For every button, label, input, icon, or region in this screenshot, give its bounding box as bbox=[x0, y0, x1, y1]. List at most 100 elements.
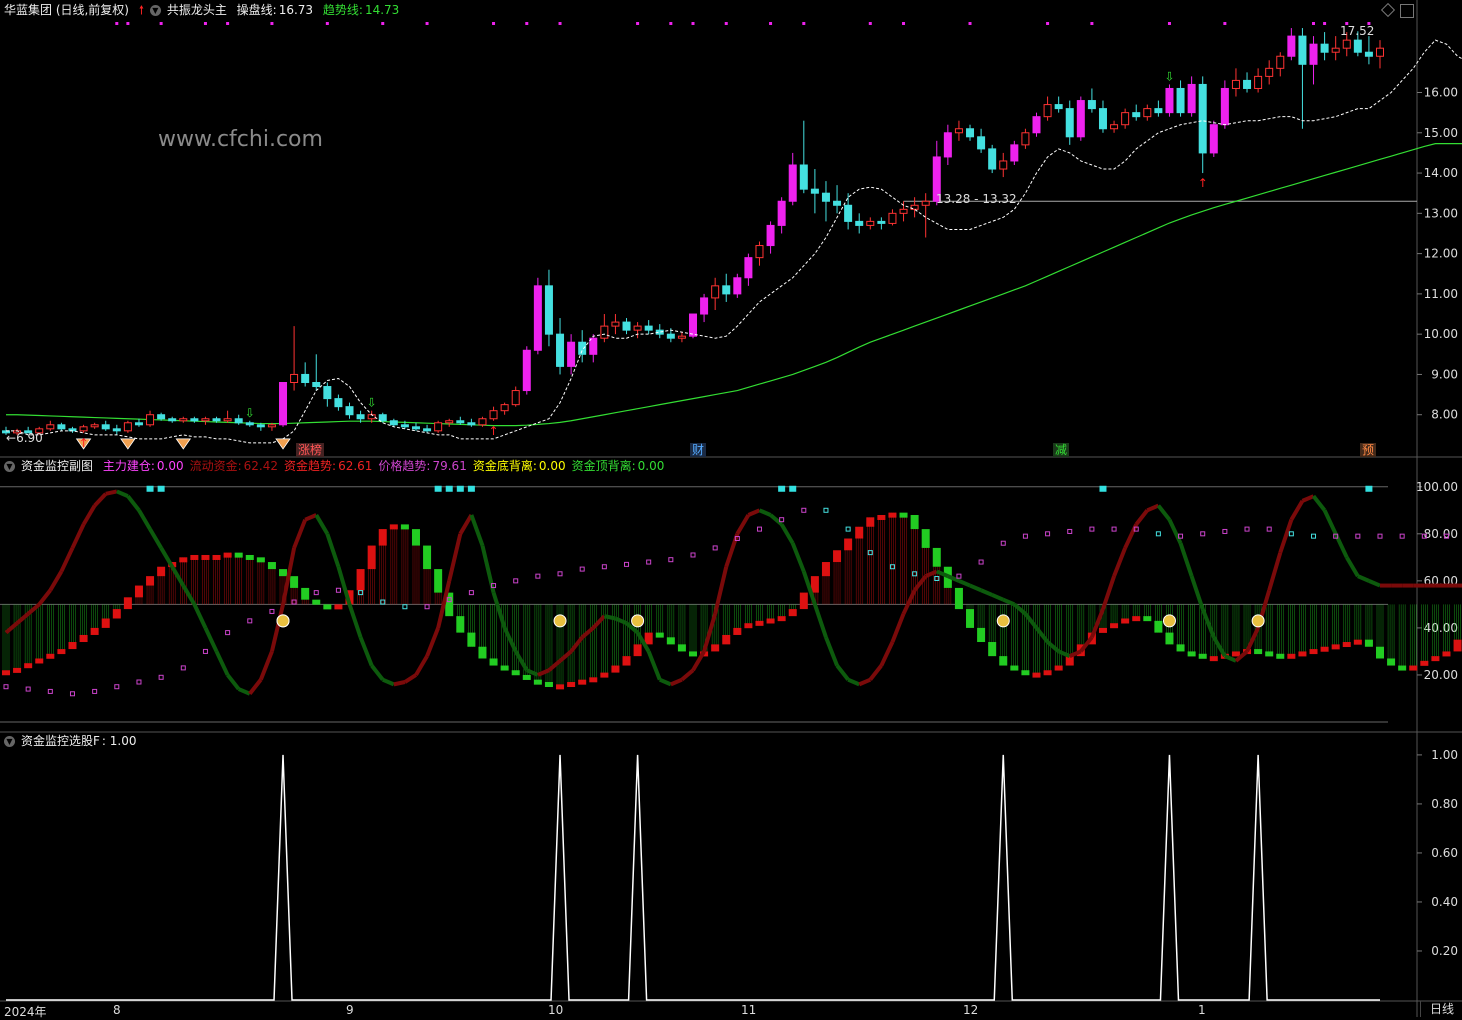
liquid-money-line bbox=[958, 579, 971, 588]
candle-body bbox=[1331, 47, 1340, 53]
money-block bbox=[799, 592, 808, 610]
liquid-money-line bbox=[1224, 654, 1237, 663]
diamond-icon bbox=[120, 438, 136, 450]
money-block bbox=[301, 587, 310, 600]
money-block bbox=[400, 524, 409, 530]
event-tag[interactable]: 财 bbox=[690, 443, 707, 457]
signal-dot bbox=[1090, 22, 1094, 25]
event-tag[interactable]: 减 bbox=[1053, 443, 1070, 457]
event-tag[interactable]: 涨榜 bbox=[296, 443, 325, 457]
price-trend-marker bbox=[1266, 526, 1272, 532]
money-block bbox=[611, 665, 620, 673]
candle-body bbox=[799, 164, 808, 190]
money-block bbox=[279, 569, 288, 577]
signal-dot bbox=[636, 22, 640, 25]
top-marker bbox=[1365, 485, 1373, 492]
money-block bbox=[1442, 651, 1451, 657]
candle-body bbox=[522, 349, 531, 392]
candle-body bbox=[855, 220, 864, 226]
candle-body bbox=[1021, 132, 1030, 146]
money-block bbox=[655, 632, 664, 638]
y-tick-label: 0.40 bbox=[1431, 895, 1458, 909]
price-trend-marker bbox=[358, 590, 364, 596]
money-block bbox=[1409, 665, 1418, 671]
watermark: www.cfchi.com bbox=[158, 127, 323, 152]
money-block bbox=[245, 554, 254, 560]
signal-dot bbox=[769, 22, 773, 25]
legend-label: 流动资金: bbox=[189, 459, 242, 473]
money-block bbox=[689, 651, 697, 657]
legend-label: 主力建仓: bbox=[102, 459, 155, 473]
liquid-money-line bbox=[614, 616, 628, 626]
signal-dot bbox=[159, 22, 163, 25]
liquid-money-line bbox=[1245, 627, 1260, 653]
candle-body bbox=[722, 285, 731, 295]
candle-body bbox=[744, 257, 753, 279]
liquid-money-line bbox=[181, 584, 197, 606]
liquid-money-line bbox=[991, 593, 1005, 602]
liquid-money-line bbox=[192, 603, 208, 629]
candle-body bbox=[766, 224, 775, 247]
money-block bbox=[556, 684, 565, 690]
liquid-money-line bbox=[1057, 649, 1071, 658]
candle-body bbox=[677, 335, 686, 339]
signal-dot bbox=[270, 22, 274, 25]
signal-dot bbox=[115, 22, 119, 25]
timeframe-tab[interactable]: 日线 bbox=[1420, 1001, 1462, 1017]
liquid-money-line bbox=[325, 533, 341, 568]
candle-body bbox=[112, 428, 121, 432]
sub-legend: 主力建仓: 0.00 流动资金: 62.42 资金趋势: 62.61 价格趋势: 79.61 资… bbox=[103, 459, 671, 473]
money-bag-icon bbox=[996, 614, 1010, 628]
chart-svg[interactable]: 8.009.0010.0011.0012.0013.0014.0015.0016… bbox=[0, 0, 1462, 1017]
candle-body bbox=[500, 404, 509, 412]
money-block bbox=[456, 616, 465, 633]
liquid-money-line bbox=[1167, 518, 1183, 545]
money-block bbox=[146, 576, 155, 586]
x-tick-label: 11 bbox=[741, 1003, 757, 1017]
liquid-money-line bbox=[680, 668, 695, 682]
stock-title[interactable]: 华蓝集团 (日线,前复权) bbox=[4, 3, 129, 17]
x-tick-label: 12 bbox=[963, 1003, 979, 1017]
liquid-money-line bbox=[48, 570, 64, 592]
money-block bbox=[378, 529, 387, 546]
price-trend-marker bbox=[1089, 526, 1095, 532]
collapse-icon[interactable]: ▼ bbox=[149, 5, 161, 16]
event-tag[interactable]: 预 bbox=[1360, 443, 1377, 457]
money-block bbox=[68, 642, 77, 650]
price-trend-marker bbox=[756, 526, 762, 532]
liquid-money-line bbox=[1311, 494, 1327, 512]
liquid-money-line bbox=[81, 504, 97, 526]
money-block bbox=[633, 644, 642, 657]
price-trend-marker bbox=[889, 564, 895, 570]
collapse-icon[interactable]: ▼ bbox=[4, 736, 15, 747]
x-tick-label: 2024年 bbox=[4, 1005, 47, 1019]
money-block bbox=[367, 545, 376, 570]
candle-body bbox=[190, 418, 199, 422]
indicator-name[interactable]: 共振龙头主 bbox=[167, 3, 227, 17]
price-trend-marker bbox=[823, 507, 829, 513]
y-tick-label: 0.60 bbox=[1431, 846, 1458, 860]
liquid-money-line bbox=[1212, 636, 1227, 658]
sub-title[interactable]: 资金监控副图 bbox=[21, 459, 93, 473]
candle-body bbox=[179, 418, 188, 422]
price-trend-marker bbox=[136, 679, 142, 685]
liquid-money-line bbox=[502, 627, 518, 653]
low-value: 6.90 bbox=[16, 431, 43, 445]
candle-body bbox=[711, 285, 720, 299]
liquid-money-line bbox=[226, 673, 241, 691]
money-block bbox=[755, 620, 764, 626]
liquid-money-line bbox=[526, 668, 539, 677]
candle-body bbox=[201, 418, 210, 422]
maximize-icon[interactable] bbox=[1400, 4, 1414, 18]
money-block bbox=[223, 552, 232, 558]
candle-body bbox=[334, 398, 343, 408]
liquid-money-line bbox=[790, 542, 806, 573]
liquid-money-line bbox=[1178, 542, 1194, 577]
legend-item: 价格趋势: 79.61 bbox=[378, 459, 466, 473]
collapse-icon[interactable]: ▼ bbox=[4, 461, 15, 472]
liquid-money-line bbox=[170, 565, 186, 587]
price-trend-marker bbox=[1399, 533, 1405, 539]
sel-title[interactable]: 资金监控选股F bbox=[21, 734, 100, 748]
liquid-money-line bbox=[868, 664, 883, 681]
candle-body bbox=[1110, 124, 1119, 130]
